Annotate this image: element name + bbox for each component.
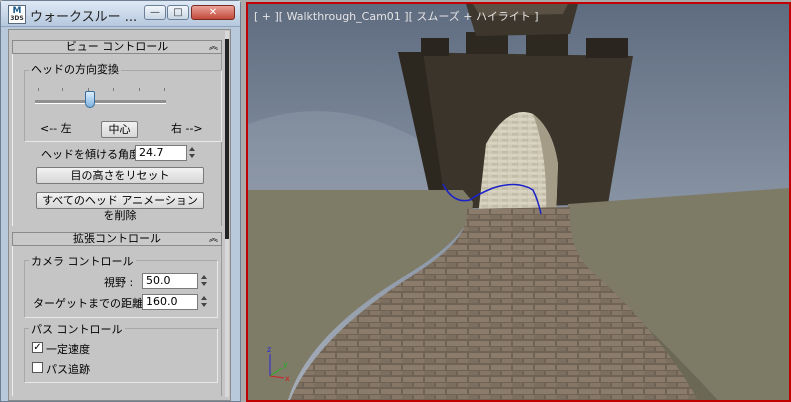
head-tilt-label: ヘッドを傾ける角度 <box>41 148 140 161</box>
delete-head-animation-button[interactable]: すべてのヘッド アニメーションを削除 <box>36 192 204 222</box>
panel-scrollbar[interactable] <box>225 31 229 397</box>
right-direction-label: 右 --> <box>171 122 203 135</box>
rollout-title: ビュー コントロール <box>65 40 169 53</box>
double-chevron-up-icon: ︽ <box>208 42 218 52</box>
head-rotation-slider-thumb[interactable] <box>85 91 96 108</box>
target-distance-label: ターゲットまでの距離 : <box>33 297 151 310</box>
fov-spinner[interactable] <box>200 273 208 289</box>
double-chevron-up-icon: ︽ <box>208 234 218 244</box>
follow-path-checkbox[interactable] <box>32 362 43 373</box>
close-button[interactable]: ✕ <box>191 5 235 20</box>
perspective-viewport[interactable]: z y x [ + ][ Walkthrough_Cam01 ][ スムーズ +… <box>246 2 791 402</box>
head-tilt-spinner[interactable] <box>188 145 196 161</box>
window-titlebar[interactable]: M 3DS ウォークスルー ... — □ ✕ <box>1 1 240 27</box>
target-distance-spinner[interactable] <box>200 294 208 310</box>
head-tilt-input[interactable]: 24.7 <box>135 145 187 161</box>
scrollbar-thumb[interactable] <box>225 39 229 239</box>
target-distance-input[interactable]: 160.0 <box>142 294 198 310</box>
maximize-button[interactable]: □ <box>167 5 189 20</box>
rollout-header-view-control[interactable]: ビュー コントロール ︽ <box>12 40 222 54</box>
constant-speed-label[interactable]: 一定速度 <box>46 341 90 357</box>
viewport-label-menu[interactable]: [ + ][ Walkthrough_Cam01 ][ スムーズ + ハイライト… <box>254 8 539 24</box>
follow-path-label[interactable]: パス追跡 <box>46 361 90 377</box>
svg-text:x: x <box>285 374 290 383</box>
rollout-title: 拡張コントロール <box>73 232 161 245</box>
center-button[interactable]: 中心 <box>101 121 138 138</box>
reset-eye-height-button[interactable]: 目の高さをリセット <box>36 167 204 184</box>
constant-speed-checkbox[interactable]: ✓ <box>32 342 43 353</box>
tower-battlement <box>526 34 568 56</box>
slider-tick <box>139 88 140 91</box>
fov-label: 視野 : <box>104 276 134 289</box>
fov-input[interactable]: 50.0 <box>142 273 198 289</box>
tower-battlement <box>421 38 449 56</box>
window-title: ウォークスルー ... <box>30 10 138 25</box>
slider-tick <box>62 88 63 91</box>
path-control-group-label: パス コントロール <box>29 321 125 337</box>
app-3ds-icon: M 3DS <box>8 5 26 24</box>
slider-tick <box>113 88 114 91</box>
slider-tick <box>38 88 39 91</box>
left-direction-label: <-- 左 <box>40 122 72 135</box>
camera-control-group-label: カメラ コントロール <box>29 253 136 269</box>
head-rotation-slider-track[interactable] <box>35 100 166 104</box>
viewport-scene: z y x <box>248 4 789 400</box>
head-rotation-group-label: ヘッドの方向変換 <box>29 61 121 77</box>
minimize-button[interactable]: — <box>144 5 166 20</box>
tower-battlement <box>586 38 628 58</box>
slider-tick <box>164 88 165 91</box>
svg-text:z: z <box>267 345 271 354</box>
rollout-header-advanced-control[interactable]: 拡張コントロール ︽ <box>12 232 222 246</box>
svg-text:y: y <box>283 360 288 369</box>
